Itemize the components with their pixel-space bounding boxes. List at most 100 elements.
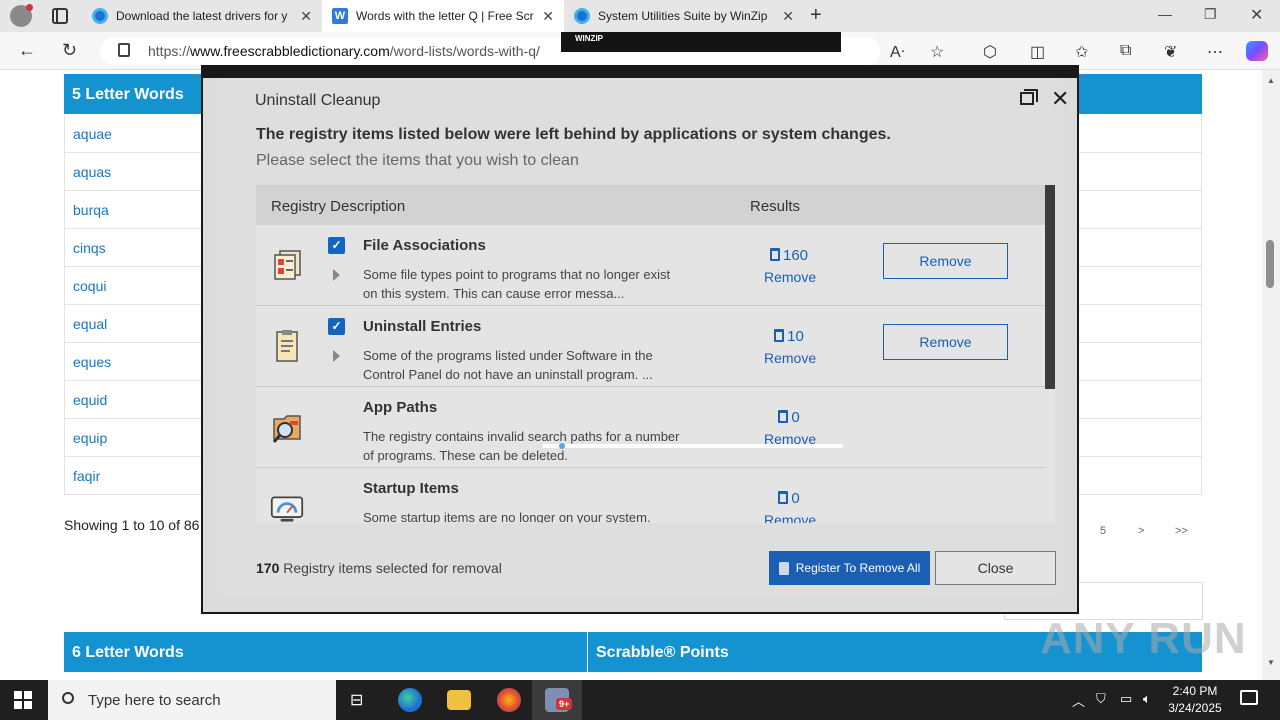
taskbar-search[interactable]: Type here to search <box>48 680 336 720</box>
word-link[interactable]: aquae <box>73 126 112 142</box>
copilot-icon[interactable] <box>1246 41 1268 61</box>
registry-item-file-associations: ✓ File Associations Some file types poin… <box>256 225 1045 306</box>
split-screen-icon[interactable]: ◫ <box>1030 42 1045 62</box>
close-tab-icon[interactable]: ✕ <box>542 8 554 25</box>
pager-page-5[interactable]: 5 <box>1100 525 1106 537</box>
dialog-subheading: Please select the items that you wish to… <box>256 152 579 169</box>
close-button[interactable]: Close <box>935 551 1056 585</box>
trash-icon <box>778 561 789 575</box>
restore-window-icon[interactable]: ❐ <box>1204 6 1217 23</box>
network-icon[interactable]: ▭ <box>1120 691 1132 707</box>
tab-winzip[interactable]: System Utilities Suite by WinZip ✕ <box>564 0 804 32</box>
tab-words-with-q[interactable]: W Words with the letter Q | Free Scr ✕ <box>322 0 564 32</box>
w-favicon-icon: W <box>332 8 348 24</box>
more-menu-icon[interactable]: ⋯ <box>1207 42 1223 62</box>
edge-taskbar-icon[interactable] <box>398 688 422 712</box>
selected-label: Registry items selected for removal <box>283 560 502 576</box>
col-description: Registry Description <box>271 198 406 215</box>
register-remove-all-button[interactable]: Register To Remove All <box>769 551 930 585</box>
pager-last[interactable]: >> <box>1175 525 1188 537</box>
word-link[interactable]: cinqs <box>73 240 106 256</box>
lock-icon <box>118 43 130 57</box>
notifications-icon[interactable] <box>1240 690 1258 705</box>
word-link[interactable]: equid <box>73 392 107 408</box>
trash-icon <box>778 410 789 423</box>
date: 3/24/2025 <box>1168 701 1222 715</box>
close-window-icon[interactable]: ✕ <box>1250 5 1263 25</box>
remove-link[interactable]: Remove <box>764 350 816 366</box>
security-icon[interactable]: ⛉ <box>1096 691 1106 707</box>
favorites-icon[interactable]: ✩ <box>1075 42 1088 62</box>
list-scrollbar[interactable] <box>1045 185 1055 389</box>
task-view-icon[interactable]: ⊟ <box>350 690 363 710</box>
windows-start-icon[interactable] <box>14 691 32 709</box>
collections-icon[interactable]: ⧉ <box>1120 42 1131 60</box>
volume-icon[interactable]: 🔈︎ <box>1143 691 1151 707</box>
word-link[interactable]: equip <box>73 430 107 446</box>
restore-icon[interactable] <box>1020 89 1038 105</box>
word-link[interactable]: eques <box>73 354 111 370</box>
close-tab-icon[interactable]: ✕ <box>300 8 312 25</box>
tab-drivers[interactable]: Download the latest drivers for y ✕ <box>82 0 322 32</box>
checkbox-file-associations[interactable]: ✓ <box>328 237 345 254</box>
count-value: 160 <box>782 247 809 264</box>
anyrun-watermark: ANY RUN <box>1040 614 1247 663</box>
notification-badge: 9+ <box>556 698 573 710</box>
button-label: Register To Remove All <box>795 561 921 575</box>
word-link[interactable]: equal <box>73 316 107 332</box>
remove-link[interactable]: Remove <box>764 512 816 523</box>
word-link[interactable]: aquas <box>73 164 111 180</box>
taskbar: Type here to search ⊟ ︿ ⛉ ▭ 🔈︎ 2:40 PM 3… <box>0 680 1280 720</box>
item-description: Some startup items are no longer on your… <box>363 510 651 523</box>
scroll-thumb[interactable] <box>1266 240 1274 288</box>
read-aloud-icon[interactable]: Aᐧ <box>890 42 905 62</box>
tab-actions-icon[interactable] <box>52 8 68 24</box>
performance-icon[interactable]: ❦ <box>1164 42 1177 62</box>
new-tab-icon[interactable]: + <box>810 4 822 27</box>
favorite-star-icon[interactable]: ☆ <box>930 42 944 62</box>
registry-item-startup-items: Startup Items Some startup items are no … <box>256 468 1045 523</box>
time: 2:40 PM <box>1172 684 1218 698</box>
remove-link[interactable]: Remove <box>764 269 816 285</box>
item-name: File Associations <box>363 237 486 254</box>
firefox-icon[interactable] <box>497 688 521 712</box>
show-hidden-icons-icon[interactable]: ︿ <box>1072 691 1085 710</box>
expand-icon[interactable] <box>333 269 340 281</box>
word-link[interactable]: coqui <box>73 278 106 294</box>
loading-dot <box>559 443 565 449</box>
edge-favicon-icon <box>574 8 590 24</box>
minimize-icon[interactable]: — <box>1158 6 1172 22</box>
column-divider <box>587 632 588 672</box>
clock[interactable]: 2:40 PM 3/24/2025 <box>1166 683 1224 717</box>
selected-count: 170 <box>256 560 280 576</box>
app-paths-icon <box>272 415 301 443</box>
extensions-icon[interactable]: ⬡ <box>983 42 997 62</box>
close-tab-icon[interactable]: ✕ <box>782 8 794 25</box>
word-link[interactable]: burqa <box>73 202 109 218</box>
points-column-title: Scrabble® Points <box>596 644 729 661</box>
checkbox-uninstall-entries[interactable]: ✓ <box>328 318 345 335</box>
remove-button[interactable]: Remove <box>883 243 1008 279</box>
profile-avatar-icon[interactable] <box>10 4 33 27</box>
expand-icon[interactable] <box>333 350 340 362</box>
back-arrow-icon[interactable]: ← <box>18 40 36 61</box>
word-link[interactable]: faqir <box>73 468 100 484</box>
page-scrollbar[interactable]: ▲ ▼ <box>1262 70 1280 680</box>
trash-icon <box>778 491 789 504</box>
section-header-6-letter: 6 Letter Words Scrabble® Points <box>64 632 1202 672</box>
uninstall-cleanup-dialog: Uninstall Cleanup ✕ The registry items l… <box>203 78 1077 612</box>
scroll-up-icon[interactable]: ▲ <box>1267 76 1275 85</box>
tab-title: System Utilities Suite by WinZip <box>598 9 768 23</box>
tab-hover-thumbnail: WINZIP <box>561 32 841 52</box>
item-name: App Paths <box>363 399 438 416</box>
url-domain: www.freescrabbledictionary.com <box>190 43 390 59</box>
close-icon[interactable]: ✕ <box>1051 86 1069 112</box>
winzip-logo: WINZIP <box>575 34 603 43</box>
pager-next[interactable]: > <box>1138 525 1144 537</box>
edge-favicon-icon <box>92 8 108 24</box>
item-description: Some of the programs listed under Softwa… <box>363 348 653 382</box>
scroll-down-icon[interactable]: ▼ <box>1267 658 1275 667</box>
file-explorer-icon[interactable] <box>447 690 471 710</box>
remove-button[interactable]: Remove <box>883 324 1008 360</box>
refresh-icon[interactable]: ↻ <box>62 40 77 61</box>
